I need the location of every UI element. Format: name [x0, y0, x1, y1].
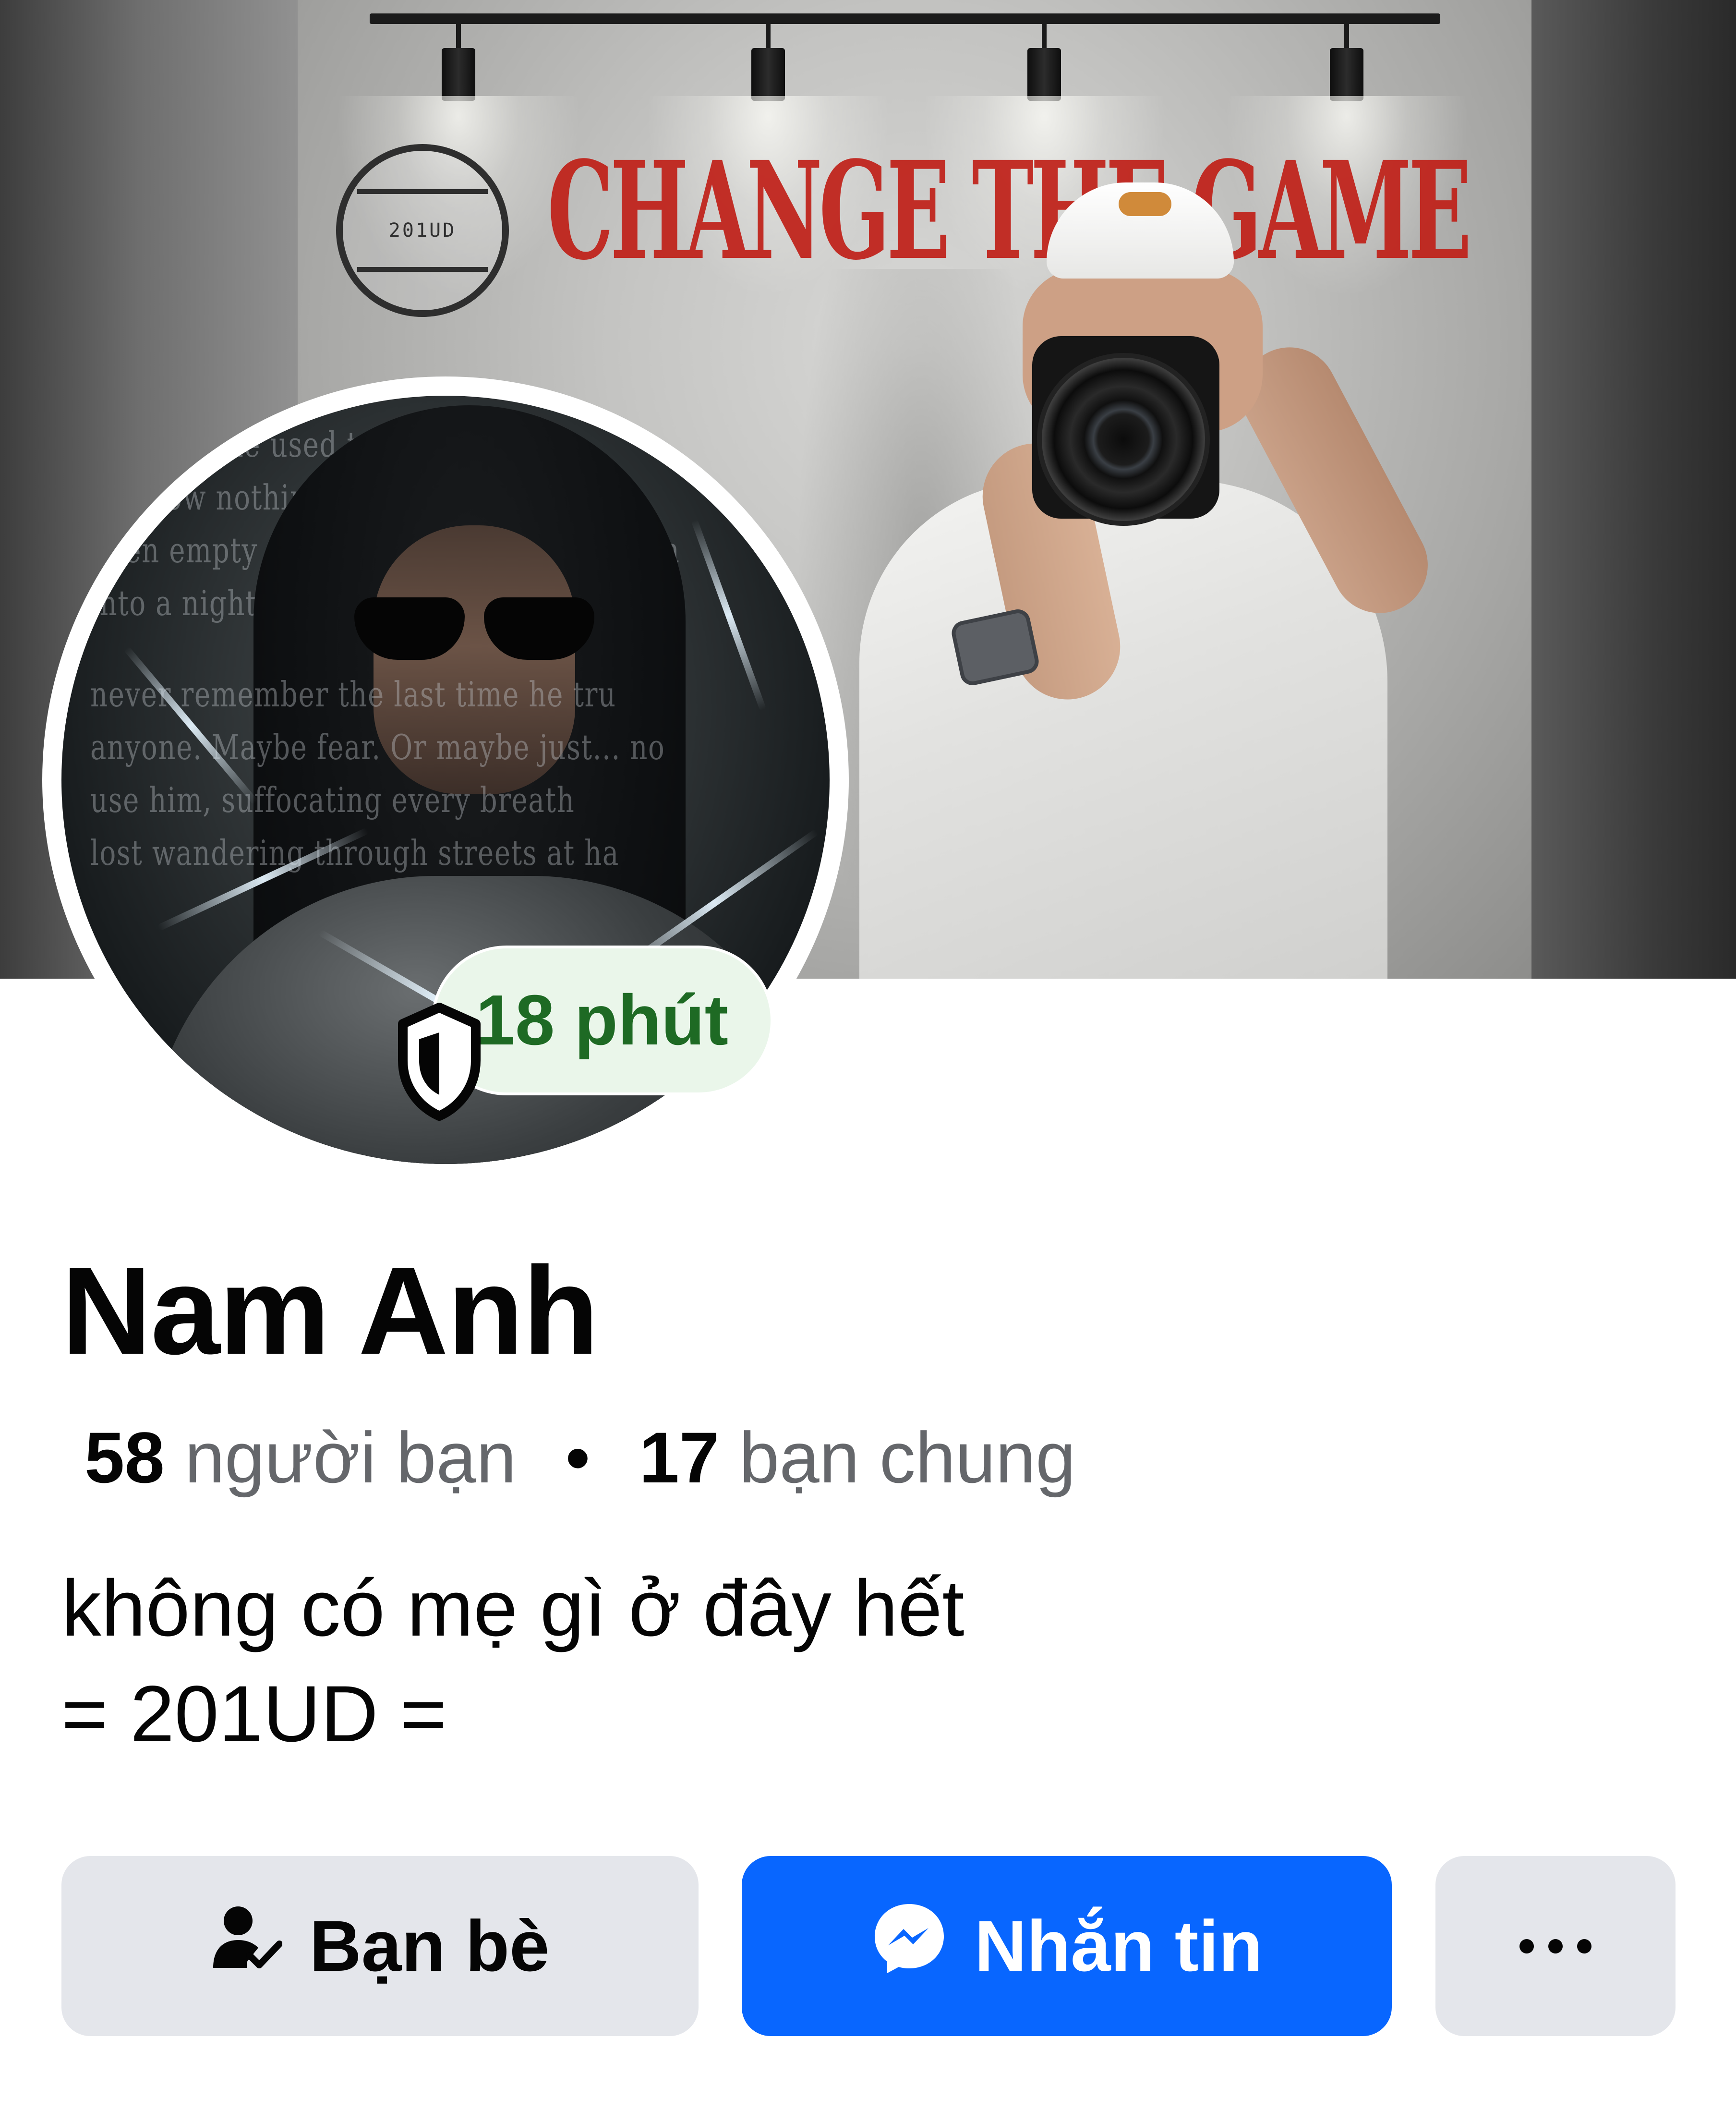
bio-line: không có mẹ gì ở đây hết — [61, 1564, 964, 1653]
spotlight — [646, 24, 891, 298]
active-status-text: 18 phút — [475, 981, 728, 1060]
bio-line: = 201UD = — [61, 1670, 447, 1759]
friends-label: người bạn — [184, 1417, 517, 1498]
message-button[interactable]: Nhắn tin — [742, 1856, 1392, 2036]
wall-slogan: CHANGE THE GAME — [547, 132, 1472, 290]
avatar-text-line: use him, suffocating every breath — [90, 780, 575, 820]
avatar-sunglasses — [354, 597, 594, 660]
cover-right-panel — [1531, 0, 1736, 979]
camera-lens — [1037, 353, 1210, 526]
profile-name: Nam Anh — [61, 1241, 599, 1381]
more-horizontal-icon — [1519, 1939, 1591, 1953]
photographer-shirt — [859, 480, 1387, 979]
mutual-friends-label: bạn chung — [739, 1417, 1076, 1498]
light-track — [370, 13, 1440, 24]
spotlight — [1224, 24, 1469, 298]
person-check-icon — [210, 1902, 283, 1990]
separator-dot: • — [565, 1417, 591, 1498]
spotlight — [336, 24, 581, 298]
shield-icon — [391, 999, 487, 1124]
messenger-icon — [871, 1899, 948, 1993]
spotlight — [922, 24, 1167, 298]
friends-button[interactable]: Bạn bè — [61, 1856, 699, 2036]
wall-logo: 201UD — [336, 144, 509, 317]
more-options-button[interactable] — [1435, 1856, 1676, 2036]
avatar-text-line: anyone. Maybe fear. Or maybe just... no — [90, 727, 665, 767]
friends-count: 58 — [84, 1417, 165, 1498]
friends-button-label: Bạn bè — [309, 1905, 550, 1986]
mutual-friends-count: 17 — [639, 1417, 720, 1498]
avatar-text-line: lost wandering through streets at ha — [90, 833, 619, 873]
message-button-label: Nhắn tin — [975, 1905, 1263, 1986]
profile-bio: không có mẹ gì ở đây hết = 201UD = — [61, 1556, 964, 1767]
friends-summary[interactable]: 58 người bạn • 17 bạn chung — [84, 1421, 1076, 1493]
